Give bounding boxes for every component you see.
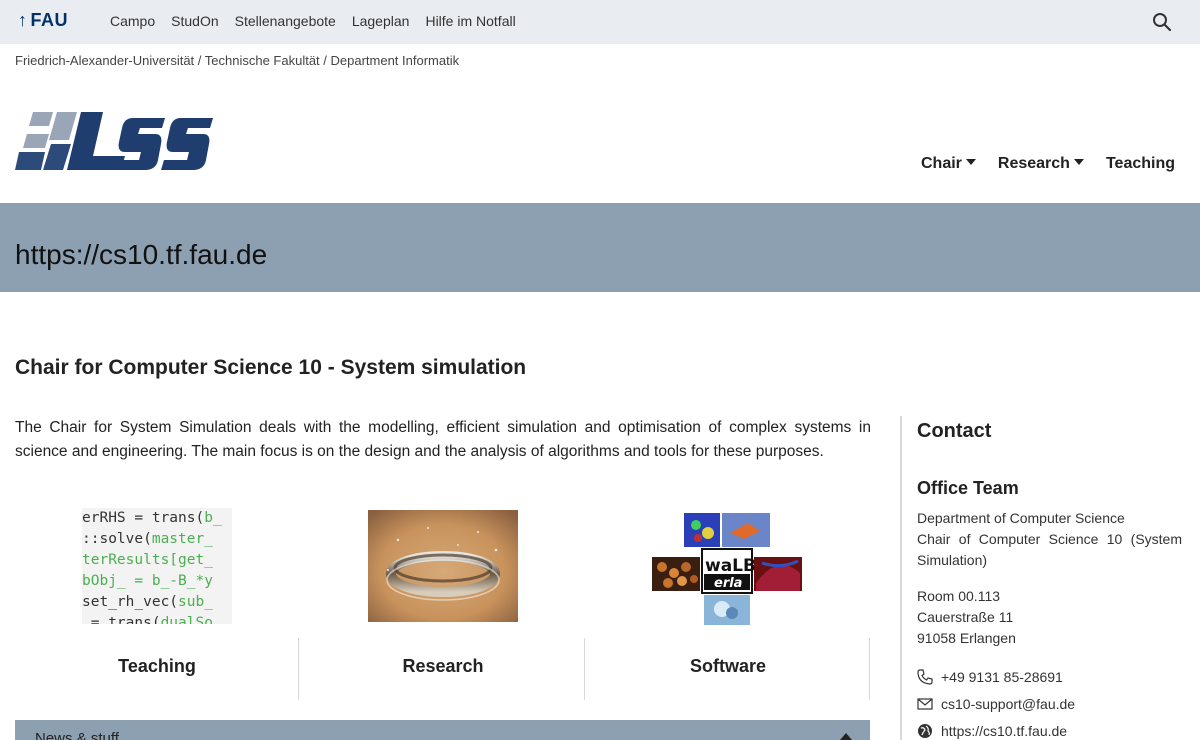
teaser-teaching[interactable]: erRHS = trans(b_::solve(master_terResult… [15, 508, 299, 700]
chair-text: Chair of Computer Science 10 (System Sim… [917, 531, 1182, 568]
mail-icon [917, 698, 933, 710]
office-team-title: Office Team [917, 478, 1019, 498]
teaser-label-research[interactable]: Research [301, 656, 585, 677]
phone-icon [917, 669, 933, 685]
top-nav-studon[interactable]: StudOn [171, 13, 218, 29]
top-nav-stellenangebote[interactable]: Stellenangebote [235, 13, 336, 29]
software-image[interactable]: waLB erla [652, 513, 802, 625]
teaser-label-software[interactable]: Software [586, 656, 870, 677]
teaser-software[interactable]: waLB erla Software [586, 508, 870, 700]
city-text: 91058 Erlangen [917, 630, 1016, 646]
phone-text[interactable]: +49 9131 85-28691 [941, 669, 1063, 685]
room-text: Room 00.113 [917, 588, 1001, 604]
street-text: Cauerstraße 11 [917, 609, 1014, 625]
top-bar: ↑ FAU Campo StudOn Stellenangebote Lagep… [0, 0, 1200, 44]
top-nav-campo[interactable]: Campo [110, 13, 155, 29]
hero-banner: https://cs10.tf.fau.de [0, 203, 1200, 292]
code-line: = trans(dualSo [82, 615, 213, 624]
web-row[interactable]: https://cs10.tf.fau.de [917, 723, 1067, 739]
research-image[interactable] [368, 510, 518, 622]
sidebar-divider [900, 416, 902, 740]
search-icon[interactable] [1152, 12, 1172, 32]
code-line: set_rh_vec(sub_ [82, 594, 213, 610]
walberla-logo-text: waLB [705, 556, 756, 576]
contact-title: Contact [917, 420, 992, 442]
phone-row[interactable]: +49 9131 85-28691 [917, 669, 1063, 685]
top-nav-hilfe[interactable]: Hilfe im Notfall [425, 13, 515, 29]
email-text[interactable]: cs10-support@fau.de [941, 696, 1075, 712]
arrow-up-icon: ↑ [18, 10, 28, 30]
code-line: terResults[get_ [82, 552, 213, 568]
teaser-label-teaching[interactable]: Teaching [15, 656, 299, 677]
top-nav-lageplan[interactable]: Lageplan [352, 13, 410, 29]
news-accordion[interactable]: News & stuff [15, 720, 870, 740]
globe-icon [918, 724, 932, 738]
intro-text: The Chair for System Simulation deals wi… [15, 419, 871, 460]
teaching-image[interactable]: erRHS = trans(b_::solve(master_terResult… [82, 508, 232, 624]
teaser-research[interactable]: Research [301, 508, 585, 700]
email-row[interactable]: cs10-support@fau.de [917, 696, 1075, 712]
fau-logo-text: FAU [30, 10, 68, 30]
code-line: bObj_ = b_-B_*y [82, 573, 213, 589]
fau-logo[interactable]: ↑ FAU [18, 10, 68, 31]
main-nav-teaching[interactable]: Teaching [1106, 155, 1175, 173]
breadcrumb[interactable]: Friedrich-Alexander-Universität / Techni… [15, 53, 459, 68]
code-line: ::solve(master_ [82, 531, 213, 547]
web-text[interactable]: https://cs10.tf.fau.de [941, 723, 1067, 739]
department-text: Department of Computer Science [917, 510, 1125, 526]
caret-up-icon [840, 733, 852, 740]
code-line: erRHS = trans(b_ [82, 510, 222, 526]
main-nav-chair[interactable]: Chair [921, 155, 976, 173]
news-title: News & stuff [35, 730, 119, 740]
main-nav-research[interactable]: Research [998, 155, 1084, 173]
page-title: Chair for Computer Science 10 - System s… [15, 356, 527, 379]
svg-text:erla: erla [714, 576, 742, 591]
divider [869, 638, 870, 700]
divider [584, 638, 585, 700]
divider [298, 638, 299, 700]
caret-down-icon [1073, 159, 1084, 165]
top-nav: Campo StudOn Stellenangebote Lageplan Hi… [110, 13, 516, 29]
caret-down-icon [965, 159, 976, 165]
lss-logo[interactable] [15, 110, 215, 174]
main-nav: Chair Research Teaching [921, 155, 1175, 173]
banner-title: https://cs10.tf.fau.de [15, 239, 268, 270]
